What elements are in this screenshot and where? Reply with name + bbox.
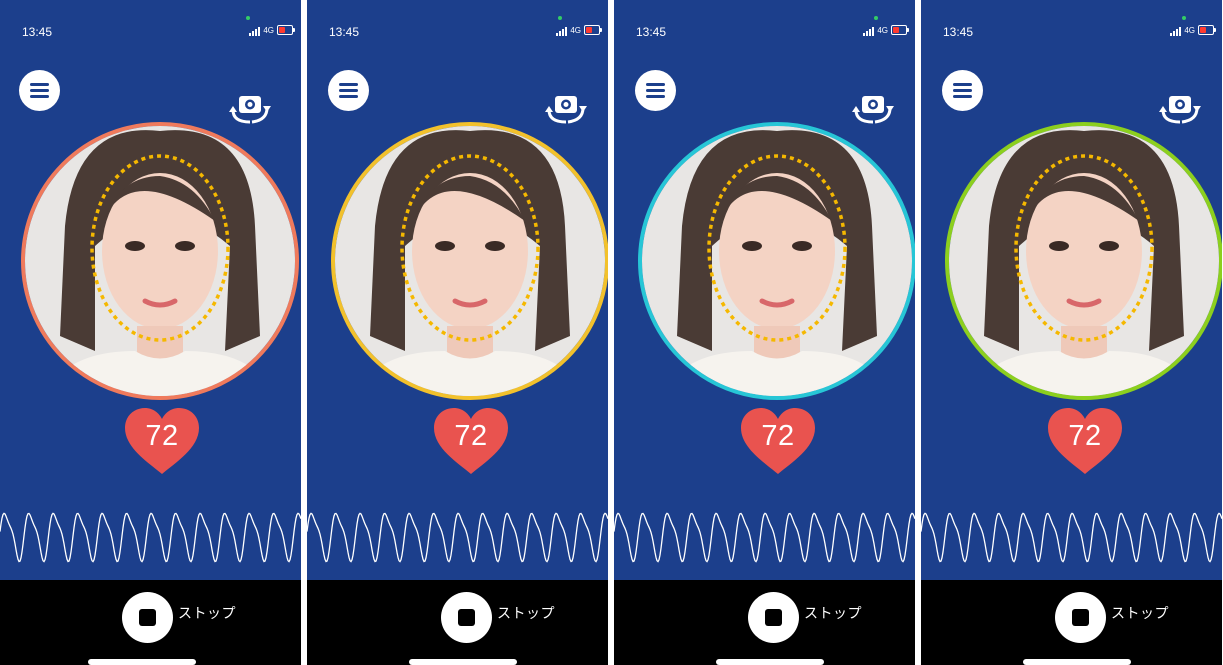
heart-rate-indicator: 72 — [432, 406, 510, 476]
face-preview-image — [335, 126, 605, 396]
pulse-waveform-line — [0, 512, 301, 563]
face-camera-preview — [945, 122, 1222, 400]
heart-rate-indicator: 72 — [739, 406, 817, 476]
pulse-waveform-line — [307, 512, 608, 563]
stop-button[interactable] — [441, 592, 492, 643]
stop-label[interactable]: ストップ — [497, 603, 555, 623]
flip-camera-icon — [1159, 96, 1201, 124]
camera-in-use-indicator — [558, 16, 562, 20]
stop-button[interactable] — [1055, 592, 1106, 643]
pulse-waveform-line — [614, 512, 915, 563]
battery-low-icon — [277, 25, 295, 35]
hamburger-menu-icon — [953, 83, 972, 98]
signal-icon — [1170, 26, 1182, 36]
camera-in-use-indicator — [246, 16, 250, 20]
home-indicator — [716, 659, 824, 665]
face-camera-preview — [21, 122, 299, 400]
face-camera-preview — [638, 122, 915, 400]
battery-low-icon — [1198, 25, 1216, 35]
pulse-waveform-line — [921, 512, 1222, 563]
pulse-waveform — [614, 512, 915, 563]
network-type-label: 4G — [1184, 26, 1195, 35]
status-icons: 4G — [249, 24, 295, 36]
status-bar: 13:45 4G — [921, 0, 1222, 50]
stop-button[interactable] — [122, 592, 173, 643]
heart-rate-value: 72 — [145, 420, 179, 452]
face-preview-image — [642, 126, 912, 396]
flip-camera-button[interactable] — [849, 92, 899, 126]
bottom-control-bar: ストップ — [307, 580, 608, 665]
stop-button[interactable] — [748, 592, 799, 643]
camera-in-use-indicator — [1182, 16, 1186, 20]
signal-icon — [249, 26, 261, 36]
menu-button[interactable] — [942, 70, 983, 111]
status-icons: 4G — [863, 24, 909, 36]
stop-label[interactable]: ストップ — [804, 603, 862, 623]
status-bar: 13:45 4G — [307, 0, 608, 50]
flip-camera-button[interactable] — [542, 92, 592, 126]
flip-camera-icon — [545, 96, 587, 124]
face-camera-preview — [331, 122, 608, 400]
stop-icon — [765, 609, 782, 626]
face-preview-image — [949, 126, 1219, 396]
flip-camera-button[interactable] — [226, 92, 276, 126]
battery-low-icon — [891, 25, 909, 35]
camera-in-use-indicator — [874, 16, 878, 20]
hamburger-menu-icon — [646, 83, 665, 98]
heart-rate-indicator: 72 — [1046, 406, 1124, 476]
network-type-label: 4G — [877, 26, 888, 35]
phone-screen: 13:45 4G 72 ストップ — [921, 0, 1222, 665]
stop-icon — [458, 609, 475, 626]
stop-icon — [1072, 609, 1089, 626]
status-time: 13:45 — [329, 25, 360, 39]
status-time: 13:45 — [943, 25, 974, 39]
pulse-waveform — [921, 512, 1222, 563]
flip-camera-icon — [852, 96, 894, 124]
status-time: 13:45 — [636, 25, 667, 39]
network-type-label: 4G — [263, 26, 274, 35]
stop-label[interactable]: ストップ — [1111, 603, 1169, 623]
heart-rate-value: 72 — [1068, 420, 1102, 452]
status-bar: 13:45 4G — [0, 0, 301, 50]
bottom-control-bar: ストップ — [921, 580, 1222, 665]
signal-icon — [556, 26, 568, 36]
face-preview-image — [25, 126, 295, 396]
signal-icon — [863, 26, 875, 36]
phone-screen: 13:45 4G 72 ストップ — [614, 0, 915, 665]
status-time: 13:45 — [22, 25, 53, 39]
status-icons: 4G — [556, 24, 602, 36]
menu-button[interactable] — [328, 70, 369, 111]
network-type-label: 4G — [570, 26, 581, 35]
heart-rate-indicator: 72 — [123, 406, 201, 476]
pulse-waveform — [307, 512, 608, 563]
phone-screen: 13:45 4G 72 ストップ — [307, 0, 608, 665]
flip-camera-icon — [229, 96, 271, 124]
heart-rate-screens: 13:45 4G 72 ストップ 13:45 4G 72 ストップ 13:45 … — [0, 0, 1223, 665]
bottom-control-bar: ストップ — [614, 580, 915, 665]
menu-button[interactable] — [635, 70, 676, 111]
bottom-control-bar: ストップ — [0, 580, 301, 665]
hamburger-menu-icon — [30, 83, 49, 98]
battery-low-icon — [584, 25, 602, 35]
stop-label[interactable]: ストップ — [178, 603, 236, 623]
home-indicator — [88, 659, 196, 665]
stop-icon — [139, 609, 156, 626]
heart-rate-value: 72 — [761, 420, 795, 452]
home-indicator — [409, 659, 517, 665]
status-bar: 13:45 4G — [614, 0, 915, 50]
heart-rate-value: 72 — [454, 420, 488, 452]
status-icons: 4G — [1170, 24, 1216, 36]
home-indicator — [1023, 659, 1131, 665]
flip-camera-button[interactable] — [1156, 92, 1206, 126]
menu-button[interactable] — [19, 70, 60, 111]
pulse-waveform — [0, 512, 301, 563]
phone-screen: 13:45 4G 72 ストップ — [0, 0, 301, 665]
hamburger-menu-icon — [339, 83, 358, 98]
